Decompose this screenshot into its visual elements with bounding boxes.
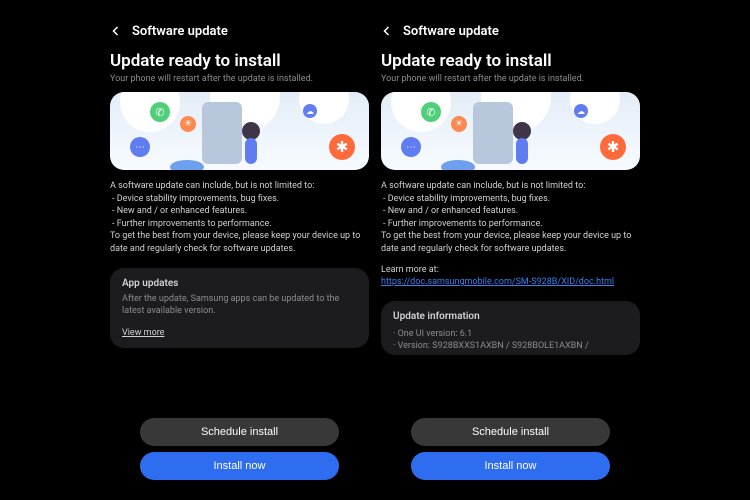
- update-info-card: Update information One UI version: 6.1 V…: [381, 301, 640, 355]
- info-item: One UI version: 6.1: [393, 328, 628, 341]
- page-title: Update ready to install: [110, 51, 369, 71]
- view-more-link[interactable]: View more: [122, 328, 357, 338]
- action-buttons: Schedule install Install now: [110, 418, 369, 480]
- card-title: Update information: [393, 311, 628, 322]
- desc-item: New and / or enhanced features.: [112, 205, 369, 218]
- app-updates-card: App updates After the update, Samsung ap…: [110, 268, 369, 348]
- learn-more-link[interactable]: https://doc.samsungmobile.com/SM-S928B/X…: [381, 277, 614, 287]
- update-illustration: ✆ ⋯ ☀ ☁ ✱: [110, 92, 369, 170]
- install-now-button[interactable]: Install now: [140, 452, 339, 480]
- desc-item: Further improvements to performance.: [112, 218, 369, 231]
- update-screen-right: Software update Update ready to install …: [381, 20, 640, 480]
- header-bar: Software update: [381, 20, 640, 47]
- page-title: Update ready to install: [381, 51, 640, 71]
- update-description: A software update can include, but is no…: [381, 180, 640, 289]
- header-title: Software update: [132, 24, 228, 39]
- desc-intro: A software update can include, but is no…: [381, 180, 640, 193]
- page-subtitle: Your phone will restart after the update…: [110, 74, 369, 84]
- back-icon[interactable]: [381, 22, 393, 41]
- action-buttons: Schedule install Install now: [381, 418, 640, 480]
- page-subtitle: Your phone will restart after the update…: [381, 74, 640, 84]
- schedule-install-button[interactable]: Schedule install: [411, 418, 610, 446]
- update-screen-left: Software update Update ready to install …: [110, 20, 369, 480]
- desc-outro: To get the best from your device, please…: [381, 230, 640, 255]
- schedule-install-button[interactable]: Schedule install: [140, 418, 339, 446]
- desc-outro: To get the best from your device, please…: [110, 230, 369, 255]
- update-description: A software update can include, but is no…: [110, 180, 369, 256]
- card-title: App updates: [122, 278, 357, 289]
- header-bar: Software update: [110, 20, 369, 47]
- header-title: Software update: [403, 24, 499, 39]
- desc-item: Device stability improvements, bug fixes…: [112, 193, 369, 206]
- desc-item: Further improvements to performance.: [383, 218, 640, 231]
- learn-more-label: Learn more at:: [381, 264, 640, 277]
- desc-item: Device stability improvements, bug fixes…: [383, 193, 640, 206]
- info-item: Version: S928BXXS1AXBN / S928BOLE1AXBN /: [393, 340, 628, 353]
- update-illustration: ✆ ⋯ ☀ ☁ ✱: [381, 92, 640, 170]
- install-now-button[interactable]: Install now: [411, 452, 610, 480]
- back-icon[interactable]: [110, 22, 122, 41]
- desc-item: New and / or enhanced features.: [383, 205, 640, 218]
- desc-intro: A software update can include, but is no…: [110, 180, 369, 193]
- card-body: After the update, Samsung apps can be up…: [122, 293, 357, 318]
